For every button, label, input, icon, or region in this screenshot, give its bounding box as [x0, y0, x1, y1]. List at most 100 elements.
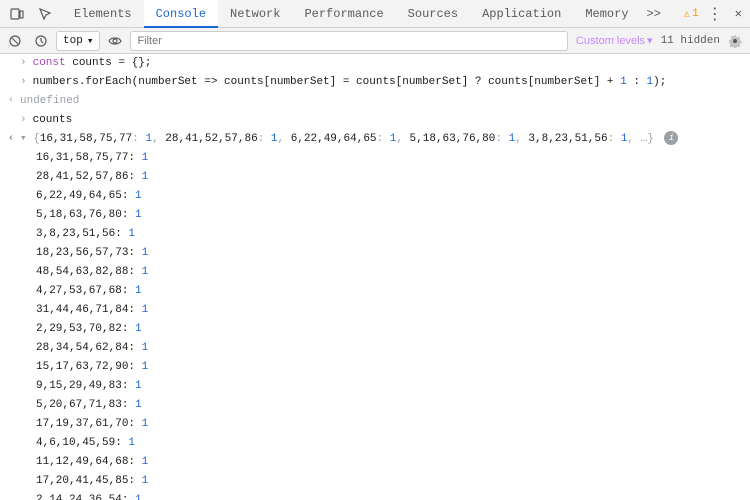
row-value: 1 [135, 380, 142, 392]
forEach-code: numbers.forEach(numberSet => counts[numb… [33, 76, 667, 88]
console-obj-header[interactable]: ‹ ▾ {16,31,58,75,77: 1, 28,41,52,57,86: … [0, 130, 750, 149]
row-value: 1 [142, 247, 149, 259]
row-value: 1 [142, 456, 149, 468]
row-key: 5,20,67,71,83 [36, 399, 122, 411]
row-content: 2,29,53,70,82: 1 [36, 321, 750, 337]
row-content: 11,12,49,64,68: 1 [36, 454, 750, 470]
filter-input[interactable] [130, 31, 568, 51]
row-value: 1 [142, 475, 149, 487]
row-value: 1 [142, 361, 149, 373]
tab-sources[interactable]: Sources [396, 0, 470, 28]
row-content: 28,34,54,62,84: 1 [36, 340, 750, 356]
row-value: 1 [128, 228, 135, 240]
list-item: 15,17,63,72,90: 1 [0, 358, 750, 377]
tab-memory[interactable]: Memory [573, 0, 640, 28]
row-key: 31,44,46,71,84 [36, 304, 128, 316]
row-key: 48,54,63,82,88 [36, 266, 128, 278]
inspect-button[interactable] [32, 2, 58, 26]
counts-keyword: counts [33, 114, 73, 126]
more-tabs-button[interactable]: >> [641, 0, 667, 28]
var-counts: counts [72, 57, 112, 69]
row-key: 9,15,29,49,83 [36, 380, 122, 392]
close-devtools-button[interactable]: ✕ [731, 6, 746, 21]
line-content-counts: counts [33, 112, 750, 128]
row-key: 17,19,37,61,70 [36, 418, 128, 430]
list-item: 4,27,53,67,68: 1 [0, 282, 750, 301]
list-item: 17,20,41,45,85: 1 [0, 472, 750, 491]
row-value: 1 [142, 266, 149, 278]
row-content: 4,27,53,67,68: 1 [36, 283, 750, 299]
prompt-1: › [20, 55, 27, 71]
line-content-2: numbers.forEach(numberSet => counts[numb… [33, 74, 750, 90]
row-key: 15,17,63,72,90 [36, 361, 128, 373]
row-content: 3,8,23,51,56: 1 [36, 226, 750, 242]
row-value: 1 [135, 323, 142, 335]
toolbar-icons-group [4, 2, 58, 26]
row-content: 4,6,10,45,59: 1 [36, 435, 750, 451]
list-item: 48,54,63,82,88: 1 [0, 263, 750, 282]
warning-badge[interactable]: ⚠ 1 [684, 7, 699, 21]
row-key: 16,31,58,75,77 [36, 152, 128, 164]
row-content: 16,31,58,75,77: 1 [36, 150, 750, 166]
expand-arrow[interactable]: ‹ [8, 131, 20, 147]
console-content: › const counts = {}; › numbers.forEach(n… [0, 54, 750, 500]
row-key: 28,34,54,62,84 [36, 342, 128, 354]
warning-icon: ⚠ [684, 7, 691, 21]
eye-button[interactable] [104, 31, 126, 51]
tab-application[interactable]: Application [470, 0, 573, 28]
context-selector[interactable]: top ▾ [56, 31, 100, 51]
row-key: 6,22,49,64,65 [36, 190, 122, 202]
row-content: 5,20,67,71,83: 1 [36, 397, 750, 413]
tab-console[interactable]: Console [144, 0, 218, 28]
chevron-down-icon: ▾ [87, 34, 94, 48]
row-value: 1 [135, 209, 142, 221]
preserve-log-button[interactable] [30, 31, 52, 51]
list-item: 5,18,63,76,80: 1 [0, 206, 750, 225]
warning-count: 1 [692, 8, 699, 20]
obj-summary-text: ▾ {16,31,58,75,77: 1, 28,41,52,57,86: 1,… [20, 133, 654, 145]
console-line-counts: › counts [0, 111, 750, 130]
line-arrow-3: ‹ [8, 93, 20, 109]
row-content: 6,22,49,64,65: 1 [36, 188, 750, 204]
list-item: 31,44,46,71,84: 1 [0, 301, 750, 320]
list-item: 4,6,10,45,59: 1 [0, 434, 750, 453]
line-content-3: undefined [20, 93, 750, 109]
chevron-down-icon: ▾ [647, 34, 653, 47]
row-content: 2,14,24,36,54: 1 [36, 492, 750, 500]
device-toggle-button[interactable] [4, 2, 30, 26]
row-value: 1 [128, 437, 135, 449]
row-key: 2,29,53,70,82 [36, 323, 122, 335]
row-key: 3,8,23,51,56 [36, 228, 115, 240]
overflow-menu-button[interactable]: ⋮ [703, 4, 727, 24]
clear-console-button[interactable] [4, 31, 26, 51]
row-key: 18,23,56,57,73 [36, 247, 128, 259]
row-value: 1 [142, 304, 149, 316]
row-value: 1 [135, 399, 142, 411]
row-value: 1 [135, 494, 142, 500]
tab-network[interactable]: Network [218, 0, 292, 28]
row-content: 17,19,37,61,70: 1 [36, 416, 750, 432]
row-content: 5,18,63,76,80: 1 [36, 207, 750, 223]
expanded-rows: 16,31,58,75,77: 1 28,41,52,57,86: 1 6,22… [0, 149, 750, 500]
custom-levels-button[interactable]: Custom levels ▾ [572, 31, 657, 51]
prompt-2: › [20, 74, 27, 90]
console-line-3: ‹ undefined [0, 92, 750, 111]
list-item: 3,8,23,51,56: 1 [0, 225, 750, 244]
list-item: 6,22,49,64,65: 1 [0, 187, 750, 206]
tab-elements[interactable]: Elements [62, 0, 144, 28]
row-content: 15,17,63,72,90: 1 [36, 359, 750, 375]
info-icon[interactable]: i [664, 131, 678, 145]
row-content: 28,41,52,57,86: 1 [36, 169, 750, 185]
row-key: 5,18,63,76,80 [36, 209, 122, 221]
tab-performance[interactable]: Performance [292, 0, 395, 28]
list-item: 5,20,67,71,83: 1 [0, 396, 750, 415]
list-item: 18,23,56,57,73: 1 [0, 244, 750, 263]
row-value: 1 [142, 418, 149, 430]
list-item: 11,12,49,64,68: 1 [0, 453, 750, 472]
keyword-const: const [33, 57, 66, 69]
row-value: 1 [142, 342, 149, 354]
row-content: 48,54,63,82,88: 1 [36, 264, 750, 280]
undefined-value: undefined [20, 95, 79, 107]
settings-button[interactable] [724, 31, 746, 51]
row-key: 17,20,41,45,85 [36, 475, 128, 487]
